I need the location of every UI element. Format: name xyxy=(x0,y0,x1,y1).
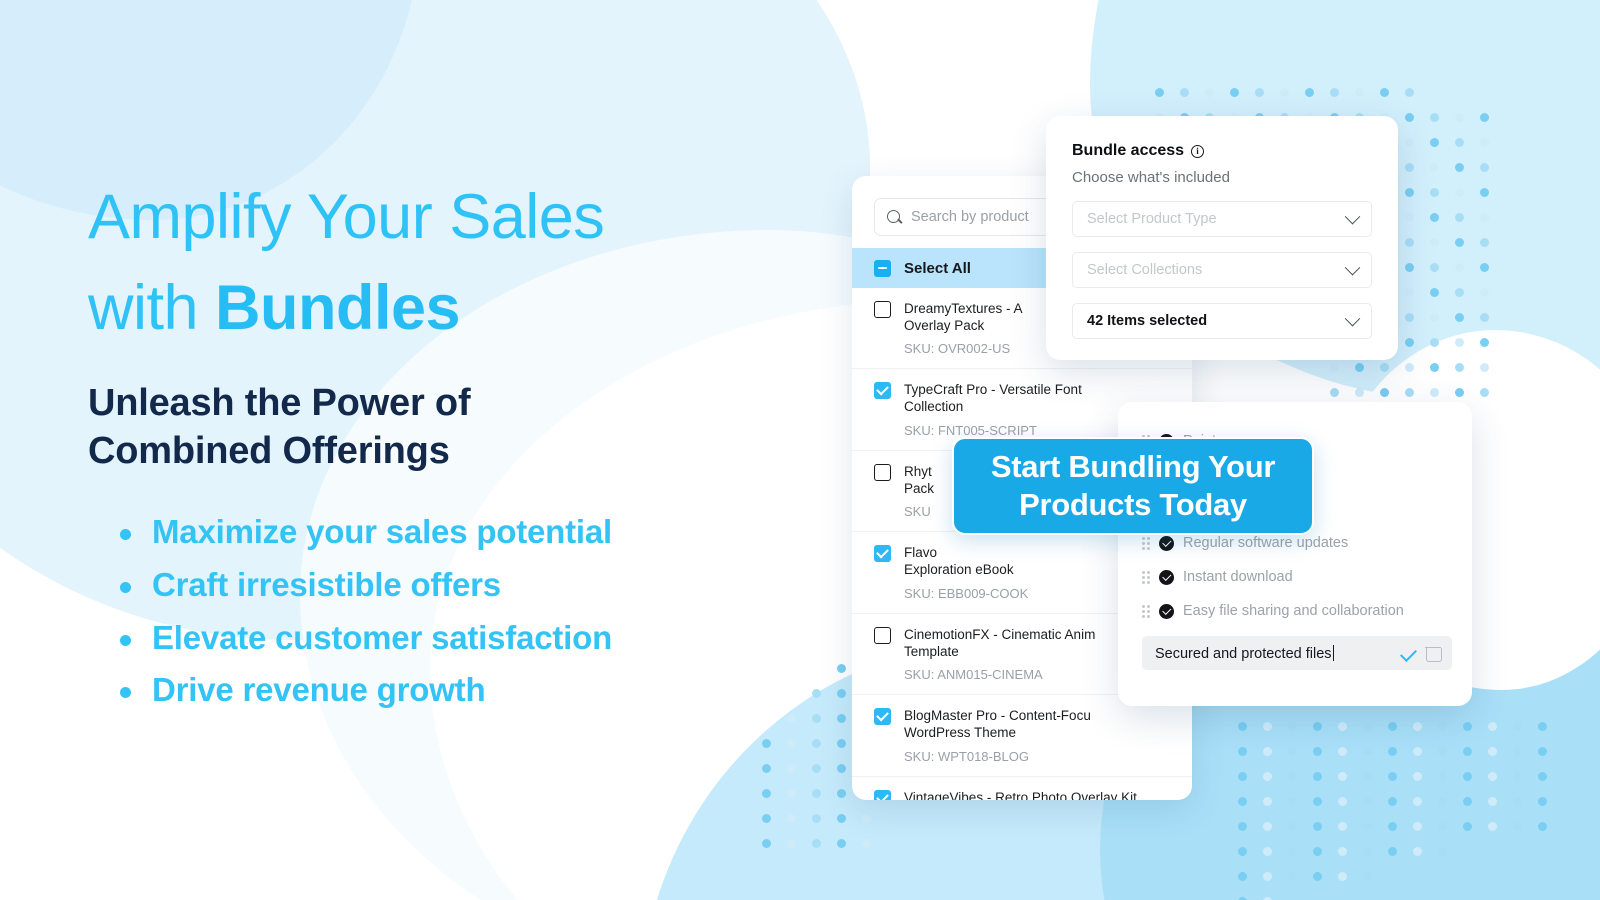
feature-row[interactable]: Instant download xyxy=(1142,560,1452,594)
bundle-select-label: 42 Items selected xyxy=(1087,313,1208,329)
feature-row-label: Instant download xyxy=(1183,569,1293,585)
subheading-line-1: Unleash the Power of xyxy=(88,381,471,424)
bundle-select-1[interactable]: Select Product Type xyxy=(1072,201,1372,237)
feature-edit-input[interactable]: Secured and protected files xyxy=(1155,645,1391,662)
select-all-label: Select All xyxy=(904,259,971,277)
subheading-line-2: Combined Offerings xyxy=(88,430,450,473)
headline-line-1: Amplify Your Sales xyxy=(88,182,605,252)
chevron-down-icon[interactable] xyxy=(1344,208,1361,224)
product-sku: SKU xyxy=(904,504,931,520)
product-name-line-2: Overlay Pack xyxy=(904,317,985,333)
drag-handle-icon[interactable] xyxy=(1142,536,1150,550)
product-sku: SKU: WPT018-BLOG xyxy=(904,748,1029,764)
product-name: CinemotionFX - Cinematic Anim xyxy=(904,626,1096,642)
chevron-down-icon[interactable] xyxy=(1344,259,1361,275)
product-checkbox[interactable] xyxy=(874,626,891,644)
product-name: Rhyt xyxy=(904,463,932,479)
product-item-body: VintageVibes - Retro Photo Overlay KitSK… xyxy=(904,790,1137,800)
bundle-select-label: Select Collections xyxy=(1087,262,1203,278)
page-title: Amplify Your Sales with Bundles xyxy=(88,172,788,355)
product-checkbox[interactable] xyxy=(874,789,891,800)
product-name: VintageVibes - Retro Photo Overlay Kit xyxy=(904,789,1137,800)
headline-line-2: with Bundles xyxy=(88,263,788,354)
bundle-access-title: Bundle access i xyxy=(1072,142,1372,160)
check-circle-icon xyxy=(1159,535,1174,551)
hero-bullet-item: Elevate customer satisfaction xyxy=(88,612,788,665)
feature-row-label: Regular software updates xyxy=(1183,535,1349,551)
product-name-line-2: Collection xyxy=(904,399,964,415)
bundle-access-panel: Bundle access i Choose what's included S… xyxy=(1046,116,1398,360)
hero-subheading: Unleash the Power of Combined Offerings xyxy=(88,379,788,476)
bundle-select-3[interactable]: 42 Items selected xyxy=(1072,303,1372,339)
feature-row[interactable]: Easy file sharing and collaboration xyxy=(1142,594,1452,628)
select-all-checkbox[interactable] xyxy=(874,259,891,277)
product-name: Flavo xyxy=(904,545,938,561)
product-sku: SKU: FNT005-SCRIPT xyxy=(904,422,1037,438)
product-item-body: CinemotionFX - Cinematic Anim Template SKU… xyxy=(904,627,1095,682)
product-name-line-2: Pack xyxy=(904,480,935,496)
hero-bullet-item: Maximize your sales potential xyxy=(88,506,788,559)
search-placeholder: Search by product xyxy=(911,209,1029,225)
headline-line-2-prefix: with xyxy=(88,273,216,344)
check-circle-icon xyxy=(1159,569,1174,585)
feature-row-label: Easy file sharing and collaboration xyxy=(1183,603,1404,619)
hero-bullet-item: Craft irresistible offers xyxy=(88,559,788,612)
chevron-down-icon[interactable] xyxy=(1344,310,1361,326)
cta-button[interactable]: Start Bundling Your Products Today xyxy=(952,437,1314,535)
product-name: BlogMaster Pro - Content-Focu xyxy=(904,708,1091,724)
product-checkbox[interactable] xyxy=(874,463,891,481)
product-name-line-2: WordPress Theme xyxy=(904,725,1017,741)
product-name: DreamyTextures - A xyxy=(904,301,1023,316)
product-checkbox[interactable] xyxy=(874,301,891,318)
bundle-select-2[interactable]: Select Collections xyxy=(1072,252,1372,288)
product-checkbox[interactable] xyxy=(874,382,891,400)
check-icon[interactable] xyxy=(1400,644,1417,662)
hero-bullet-list: Maximize your sales potential Craft irres… xyxy=(88,506,788,717)
drag-handle-icon[interactable] xyxy=(1142,604,1150,618)
hero-banner: Amplify Your Sales with Bundles Unleash … xyxy=(0,0,1600,900)
hero-bullet-item: Drive revenue growth xyxy=(88,664,788,717)
bundle-select-label: Select Product Type xyxy=(1087,211,1217,227)
product-item-body: DreamyTextures - A Overlay Pack SKU: OVR00… xyxy=(904,301,1023,356)
check-circle-icon xyxy=(1159,603,1174,619)
headline-line-2-bold: Bundles xyxy=(215,273,461,344)
product-sku: SKU: OVR002-US xyxy=(904,341,1011,357)
drag-handle-icon[interactable] xyxy=(1142,570,1150,584)
product-item-body: Flavo Exploration eBook SKU: EBB009-COOK xyxy=(904,545,1028,600)
product-checkbox[interactable] xyxy=(874,545,891,563)
info-icon[interactable]: i xyxy=(1191,144,1205,158)
cta-button-label: Start Bundling Your Products Today xyxy=(990,448,1276,522)
product-sku: SKU: ANM015-CINEMA xyxy=(904,667,1043,683)
product-item-body: Rhyt Pack SKU xyxy=(904,464,934,519)
product-item-body: TypeCraft Pro - Versatile Font Collection… xyxy=(904,382,1082,437)
product-sku: SKU: EBB009-COOK xyxy=(904,585,1029,601)
bundle-access-fields: Select Product Type Select Collections 42 … xyxy=(1072,201,1372,339)
bundle-access-title-text: Bundle access xyxy=(1072,142,1185,159)
product-name-line-2: Exploration eBook xyxy=(904,562,1014,578)
product-list-item[interactable]: VintageVibes - Retro Photo Overlay KitSK… xyxy=(852,777,1192,800)
product-name-line-2: Template xyxy=(904,643,959,659)
feature-edit-row[interactable]: Secured and protected files xyxy=(1142,636,1452,670)
trash-icon[interactable] xyxy=(1425,645,1442,662)
product-name: TypeCraft Pro - Versatile Font xyxy=(904,382,1082,398)
bundle-access-subtitle: Choose what's included xyxy=(1072,169,1230,186)
product-checkbox[interactable] xyxy=(874,708,891,726)
product-list-item[interactable]: BlogMaster Pro - Content-Focu WordPress T… xyxy=(852,695,1192,777)
product-item-body: BlogMaster Pro - Content-Focu WordPress T… xyxy=(904,708,1091,763)
search-icon xyxy=(887,209,902,225)
hero-copy: Amplify Your Sales with Bundles Unleash … xyxy=(88,172,788,717)
